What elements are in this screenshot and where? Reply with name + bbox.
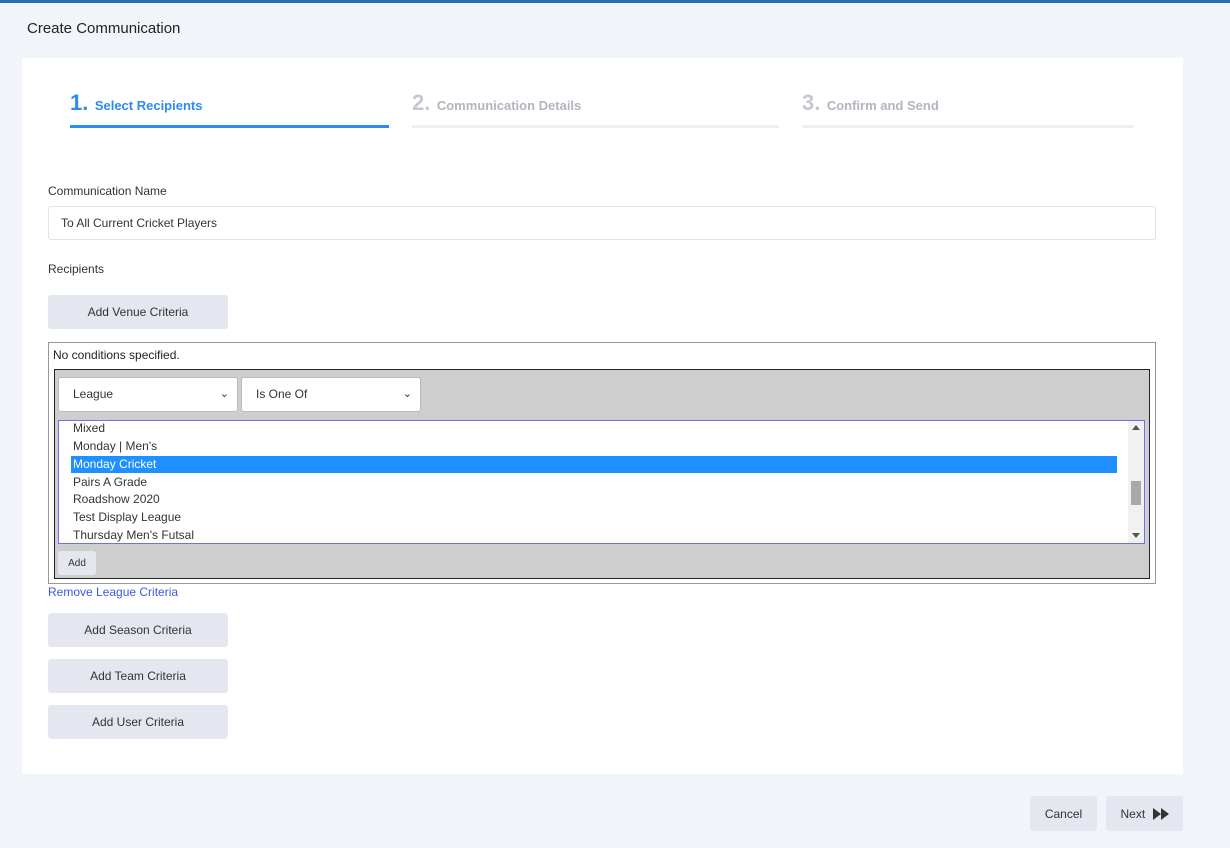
next-button-label: Next xyxy=(1120,806,1146,821)
step-label: Confirm and Send xyxy=(826,98,939,113)
page-title: Create Communication xyxy=(27,20,181,37)
add-user-criteria-button[interactable]: Add User Criteria xyxy=(48,705,228,739)
step-select-recipients[interactable]: 1. Select Recipients xyxy=(70,90,389,128)
communication-name-input[interactable] xyxy=(48,206,1156,240)
list-item[interactable]: Test Display League xyxy=(71,509,1117,526)
step-number: 3. xyxy=(802,90,821,115)
next-button[interactable]: Next xyxy=(1106,796,1183,831)
step-number: 1. xyxy=(70,90,89,115)
criteria-box: No conditions specified. League ⌄ Is One… xyxy=(48,342,1156,584)
no-conditions-text: No conditions specified. xyxy=(53,348,180,362)
cancel-button[interactable]: Cancel xyxy=(1030,796,1097,831)
chevron-down-icon: ⌄ xyxy=(402,388,412,400)
step-progress-bar xyxy=(412,125,779,128)
fast-forward-icon xyxy=(1152,808,1169,821)
remove-league-criteria-link[interactable]: Remove League Criteria xyxy=(48,585,178,599)
scroll-down-arrow-icon[interactable] xyxy=(1132,533,1140,538)
step-label: Select Recipients xyxy=(94,98,203,113)
step-communication-details[interactable]: 2. Communication Details xyxy=(412,90,779,128)
step-progress-bar xyxy=(70,125,389,128)
list-item[interactable]: Pairs A Grade xyxy=(71,474,1117,491)
list-item[interactable]: Monday | Men's xyxy=(71,438,1117,455)
operator-select-value: Is One Of xyxy=(256,387,308,401)
step-number: 2. xyxy=(412,90,431,115)
communication-name-label: Communication Name xyxy=(48,184,167,198)
list-item[interactable]: Thursday Men's Futsal xyxy=(71,527,1117,543)
step-progress-bar xyxy=(802,125,1134,128)
add-team-criteria-button[interactable]: Add Team Criteria xyxy=(48,659,228,693)
recipients-label: Recipients xyxy=(48,262,105,276)
add-condition-button[interactable]: Add xyxy=(58,551,96,575)
field-select-value: League xyxy=(73,387,114,401)
step-label: Communication Details xyxy=(436,98,582,113)
field-select[interactable]: League ⌄ xyxy=(58,377,238,412)
league-listbox[interactable]: Mixed Monday | Men's Monday Cricket Pair… xyxy=(58,420,1145,544)
wizard-card: 1. Select Recipients 2. Communication De… xyxy=(22,58,1183,774)
list-item[interactable]: Roadshow 2020 xyxy=(71,491,1117,508)
step-confirm-and-send[interactable]: 3. Confirm and Send xyxy=(802,90,1134,128)
list-item-selected[interactable]: Monday Cricket xyxy=(71,456,1117,473)
chevron-down-icon: ⌄ xyxy=(219,388,229,400)
scroll-thumb[interactable] xyxy=(1131,481,1141,505)
add-venue-criteria-button[interactable]: Add Venue Criteria xyxy=(48,295,228,329)
scroll-up-arrow-icon[interactable] xyxy=(1132,425,1140,430)
listbox-scrollbar[interactable] xyxy=(1128,421,1144,543)
operator-select[interactable]: Is One Of ⌄ xyxy=(241,377,421,412)
criteria-panel: League ⌄ Is One Of ⌄ Mixed Monday | Men'… xyxy=(54,369,1150,579)
list-item[interactable]: Mixed xyxy=(71,421,1117,437)
add-season-criteria-button[interactable]: Add Season Criteria xyxy=(48,613,228,647)
top-accent-bar xyxy=(0,0,1230,3)
